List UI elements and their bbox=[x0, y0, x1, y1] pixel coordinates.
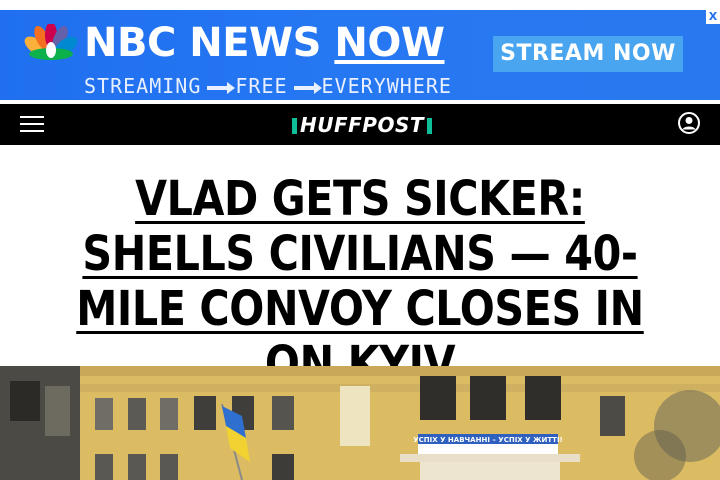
ad-brand-prefix: NBC NEWS bbox=[84, 20, 335, 66]
damaged-building-image: УСПІХ У НАВЧАННІ – УСПІХ У ЖИТТІ! bbox=[0, 366, 720, 480]
ad-banner[interactable]: NBC NEWS NOW STREAMING FREE EVERYWHERE STR… bbox=[0, 10, 720, 100]
ad-brand-now: NOW bbox=[334, 20, 445, 66]
user-account-icon[interactable] bbox=[678, 112, 700, 134]
ad-tagline: STREAMING FREE EVERYWHERE bbox=[84, 74, 452, 98]
tagline-word: EVERYWHERE bbox=[321, 74, 452, 98]
site-header: HUFFPOST bbox=[0, 104, 720, 145]
article-photo[interactable]: УСПІХ У НАВЧАННІ – УСПІХ У ЖИТТІ! bbox=[0, 366, 720, 480]
arrow-icon bbox=[207, 81, 236, 94]
stream-now-button[interactable]: STREAM NOW bbox=[493, 36, 683, 72]
huffpost-logo[interactable]: HUFFPOST bbox=[292, 114, 432, 136]
hamburger-menu-icon[interactable] bbox=[20, 116, 44, 134]
tagline-word: STREAMING bbox=[84, 74, 202, 98]
tagline-word: FREE bbox=[235, 74, 288, 98]
arrow-icon bbox=[293, 81, 322, 94]
nbc-peacock-logo bbox=[24, 24, 78, 60]
article-headline[interactable]: VLAD GETS SICKER: SHELLS CIVILIANS — 40-… bbox=[68, 172, 653, 392]
ad-close-icon[interactable]: X bbox=[706, 10, 720, 24]
photo-banner-text: УСПІХ У НАВЧАННІ – УСПІХ У ЖИТТІ! bbox=[413, 436, 563, 444]
ad-brand-title: NBC NEWS NOW bbox=[84, 20, 445, 66]
